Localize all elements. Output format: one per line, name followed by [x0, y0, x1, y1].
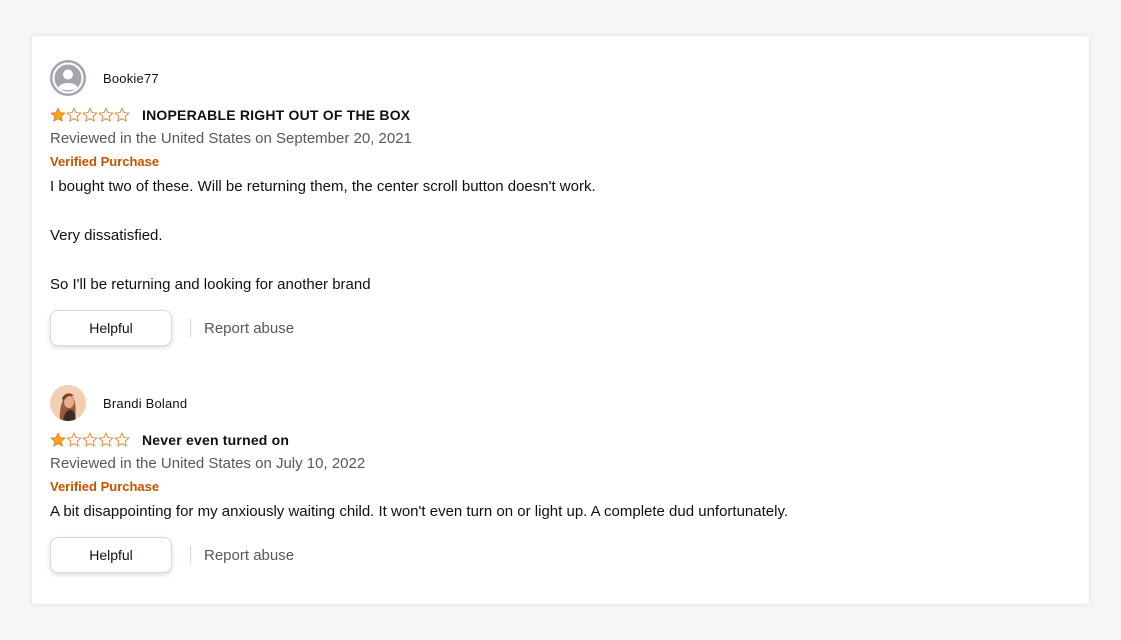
review-title-row: Never even turned on	[50, 430, 1070, 450]
review-paragraph: A bit disappointing for my anxiously wai…	[50, 503, 789, 520]
star-filled-icon	[50, 432, 66, 447]
review-paragraph: I bought two of these. Will be returning…	[50, 178, 596, 195]
review-title[interactable]: Never even turned on	[142, 432, 289, 448]
helpful-button[interactable]: Helpful	[50, 310, 172, 346]
star-empty-icon	[98, 432, 114, 447]
star-empty-icon	[98, 107, 114, 122]
divider	[190, 546, 191, 564]
review-paragraph: So I'll be returning and looking for ano…	[50, 276, 371, 293]
review-body: A bit disappointing for my anxiously wai…	[50, 502, 1070, 522]
review-title-row: INOPERABLE RIGHT OUT OF THE BOX	[50, 105, 1070, 125]
review-item: Bookie77 INOPERABLE RIGHT OUT OF THE BOX…	[50, 60, 1070, 347]
review-date: Reviewed in the United States on July 10…	[50, 455, 366, 472]
star-rating[interactable]	[50, 107, 130, 123]
reviewer-profile[interactable]: Brandi Boland	[50, 385, 1070, 421]
review-title[interactable]: INOPERABLE RIGHT OUT OF THE BOX	[142, 107, 410, 123]
reviewer-name[interactable]: Bookie77	[103, 71, 159, 86]
review-date: Reviewed in the United States on Septemb…	[50, 130, 412, 147]
star-empty-icon	[66, 432, 82, 447]
default-user-icon	[50, 60, 86, 96]
star-empty-icon	[82, 432, 98, 447]
report-abuse-link[interactable]: Report abuse	[204, 547, 294, 564]
review-item: Brandi Boland Never even turned on Revie…	[50, 385, 1070, 574]
review-paragraph: Very dissatisfied.	[50, 227, 163, 244]
page-background: Bookie77 INOPERABLE RIGHT OUT OF THE BOX…	[0, 0, 1121, 640]
star-empty-icon	[114, 432, 130, 447]
reviewer-name[interactable]: Brandi Boland	[103, 396, 187, 411]
helpful-button[interactable]: Helpful	[50, 537, 172, 573]
star-filled-icon	[50, 107, 66, 122]
divider	[190, 319, 191, 337]
reviews-card: Bookie77 INOPERABLE RIGHT OUT OF THE BOX…	[32, 36, 1089, 604]
reviewer-profile[interactable]: Bookie77	[50, 60, 1070, 96]
star-empty-icon	[114, 107, 130, 122]
review-actions: Helpful Report abuse	[50, 536, 1070, 574]
report-abuse-link[interactable]: Report abuse	[204, 320, 294, 337]
verified-purchase-badge: Verified Purchase	[50, 154, 160, 169]
verified-purchase-badge: Verified Purchase	[50, 479, 160, 494]
star-rating[interactable]	[50, 432, 130, 448]
review-actions: Helpful Report abuse	[50, 309, 1070, 347]
star-empty-icon	[82, 107, 98, 122]
user-photo-avatar	[50, 385, 86, 421]
star-empty-icon	[66, 107, 82, 122]
review-body: I bought two of these. Will be returning…	[50, 177, 1070, 295]
